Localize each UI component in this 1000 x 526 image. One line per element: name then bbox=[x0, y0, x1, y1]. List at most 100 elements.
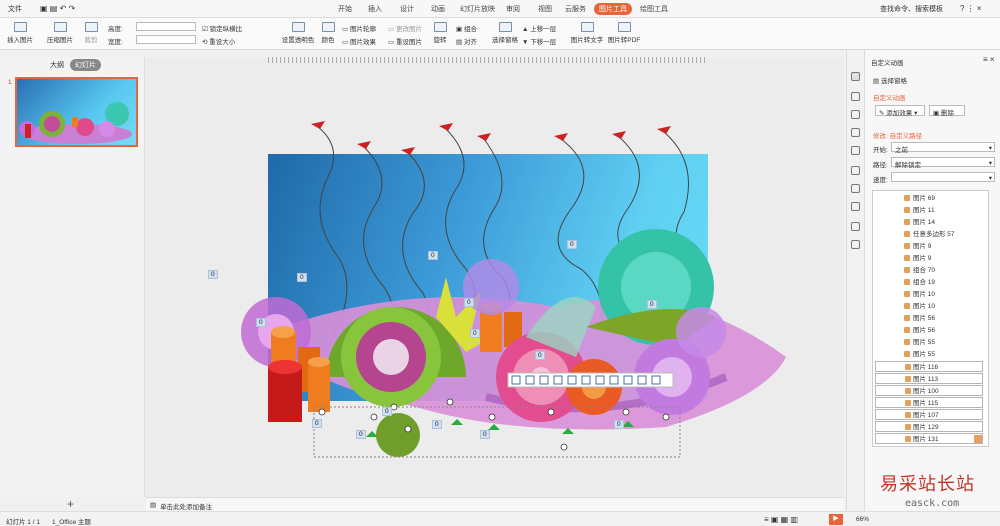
color-button[interactable]: 颜色 bbox=[318, 22, 338, 44]
tab-slideshow[interactable]: 幻灯片放映 bbox=[460, 4, 495, 14]
animation-tag[interactable]: 0 bbox=[480, 430, 490, 439]
animation-list-item[interactable]: 图片 55 bbox=[875, 349, 983, 360]
animation-tag[interactable]: 0 bbox=[208, 270, 218, 279]
file-menu[interactable]: 文件 bbox=[8, 4, 22, 14]
animation-list-item[interactable]: 图片 113 bbox=[875, 373, 983, 384]
picture-outline-button[interactable]: ▭ 图片轮廓 bbox=[342, 23, 376, 33]
bring-forward-button[interactable]: ▲ 上移一层 bbox=[522, 23, 556, 33]
animation-tag[interactable]: 0 bbox=[614, 420, 624, 429]
design-icon[interactable] bbox=[851, 92, 860, 101]
layout-icon[interactable] bbox=[851, 184, 860, 193]
tab-insert[interactable]: 插入 bbox=[368, 4, 382, 14]
align-button[interactable]: ▤ 对齐 bbox=[456, 36, 477, 46]
star-icon[interactable] bbox=[851, 166, 860, 175]
animation-list-item[interactable]: 图片 115 bbox=[875, 397, 983, 408]
animation-list-item[interactable]: 图片 131 bbox=[875, 433, 983, 444]
search-box[interactable]: 查找命令、搜索模板 bbox=[880, 4, 943, 14]
delete-button[interactable]: ▣ 删除 bbox=[929, 105, 965, 117]
settings-icon[interactable] bbox=[851, 128, 860, 137]
zoom-level[interactable]: 66% bbox=[856, 516, 869, 523]
animation-list-item[interactable]: 图片 10 bbox=[875, 289, 983, 300]
slide-artwork[interactable] bbox=[146, 57, 844, 497]
resize-handle[interactable] bbox=[370, 413, 378, 421]
animation-tag[interactable]: 0 bbox=[382, 407, 392, 416]
tab-review[interactable]: 审阅 bbox=[506, 4, 520, 14]
animation-list[interactable]: 图片 69 图片 11 图片 14 任意多边形 57 图片 9 图片 9 组合 70 组合 1… bbox=[872, 190, 989, 447]
animation-list-item[interactable]: 图片 56 bbox=[875, 325, 983, 336]
tab-slides[interactable]: 幻灯片 bbox=[70, 59, 101, 71]
tab-design[interactable]: 设计 bbox=[400, 4, 414, 14]
add-slide-button[interactable]: + bbox=[67, 497, 74, 511]
resize-handle[interactable] bbox=[622, 408, 630, 416]
animation-list-item[interactable]: 图片 9 bbox=[875, 253, 983, 264]
change-picture-button[interactable]: ▭ 更改图片 bbox=[388, 23, 422, 33]
resize-handle[interactable] bbox=[560, 443, 568, 451]
tab-outline[interactable]: 大纲 bbox=[50, 60, 64, 70]
resize-handle[interactable] bbox=[318, 408, 326, 416]
panel-controls-icon[interactable]: ≡ × bbox=[983, 55, 995, 64]
tab-animation[interactable]: 动画 bbox=[431, 4, 445, 14]
resize-handle[interactable] bbox=[547, 408, 555, 416]
save-icon[interactable]: ▣ ▤ ↶ ↷ bbox=[40, 4, 75, 13]
animation-tag[interactable]: 0 bbox=[567, 240, 577, 249]
animation-tag[interactable]: 0 bbox=[428, 251, 438, 260]
motion-path-1[interactable] bbox=[317, 126, 348, 338]
picture-effect-button[interactable]: ▭ 图片效果 bbox=[342, 36, 376, 46]
resize-handle[interactable] bbox=[446, 398, 454, 406]
slide-thumbnail[interactable] bbox=[15, 77, 138, 147]
animation-list-item[interactable]: 图片 14 bbox=[875, 217, 983, 228]
tab-cloud[interactable]: 云服务 bbox=[565, 4, 586, 14]
crop-button[interactable]: 裁剪 bbox=[80, 22, 102, 44]
item-dropdown-icon[interactable] bbox=[974, 435, 982, 443]
shape-icon[interactable] bbox=[851, 110, 860, 119]
tab-picture-tools[interactable]: 图片工具 bbox=[594, 3, 632, 15]
resize-handle[interactable] bbox=[662, 413, 670, 421]
tab-view[interactable]: 视图 bbox=[538, 4, 552, 14]
play-icon[interactable]: ▶ bbox=[829, 514, 843, 525]
notes-bar[interactable]: ▤ 单击此处添加备注 bbox=[146, 497, 844, 511]
compress-picture-button[interactable]: 压缩图片 bbox=[45, 22, 75, 44]
send-backward-button[interactable]: ▼ 下移一层 bbox=[522, 36, 556, 46]
animation-list-item[interactable]: 图片 107 bbox=[875, 409, 983, 420]
animation-tag[interactable]: 0 bbox=[535, 351, 545, 360]
animation-tag[interactable]: 0 bbox=[312, 419, 322, 428]
animation-list-item[interactable]: 图片 11 bbox=[875, 205, 983, 216]
help-icon[interactable] bbox=[851, 222, 860, 231]
add-effect-button[interactable]: ✎ 添加效果 ▾ bbox=[875, 105, 925, 117]
select-pane-link[interactable]: ▤ 选择窗格 bbox=[873, 75, 907, 85]
set-transparent-button[interactable]: 设置透明色 bbox=[280, 22, 316, 44]
animation-tag[interactable]: 0 bbox=[432, 420, 442, 429]
animation-list-item[interactable]: 图片 116 bbox=[875, 361, 983, 372]
start-select[interactable]: 之前 ▾ bbox=[891, 142, 995, 154]
width-input[interactable] bbox=[136, 35, 196, 44]
animation-tag[interactable]: 0 bbox=[464, 298, 474, 307]
height-input[interactable] bbox=[136, 22, 196, 31]
animation-list-item[interactable]: 图片 56 bbox=[875, 313, 983, 324]
animation-tag[interactable]: 0 bbox=[356, 430, 366, 439]
reset-size-button[interactable]: ⟲ 重设大小 bbox=[202, 36, 235, 46]
tab-drawing-tools[interactable]: 绘图工具 bbox=[640, 4, 668, 14]
animation-list-item[interactable]: 组合 19 bbox=[875, 277, 983, 288]
resize-handle[interactable] bbox=[488, 413, 496, 421]
path-select[interactable]: 解除锁定 ▾ bbox=[891, 157, 995, 169]
animation-tag[interactable]: 0 bbox=[297, 273, 307, 282]
animation-list-item[interactable]: 图片 55 bbox=[875, 337, 983, 348]
animation-list-item[interactable]: 图片 129 bbox=[875, 421, 983, 432]
tab-home[interactable]: 开始 bbox=[338, 4, 352, 14]
animation-icon[interactable] bbox=[851, 72, 860, 81]
reset-picture-button[interactable]: ▭ 重设图片 bbox=[388, 36, 422, 46]
picture-to-pdf-button[interactable]: 图片转PDF bbox=[606, 22, 642, 44]
animation-list-item[interactable]: 图片 9 bbox=[875, 241, 983, 252]
history-icon[interactable] bbox=[851, 202, 860, 211]
selection-pane-button[interactable]: 选择窗格 bbox=[490, 22, 520, 44]
animation-tag[interactable]: 0 bbox=[647, 300, 657, 309]
notes-placeholder[interactable]: 单击此处添加备注 bbox=[160, 501, 212, 511]
speed-select[interactable]: ▾ bbox=[891, 172, 995, 182]
animation-list-item[interactable]: 任意多边形 57 bbox=[875, 229, 983, 240]
animation-list-item[interactable]: 图片 100 bbox=[875, 385, 983, 396]
lock-ratio-checkbox[interactable]: ☑ 锁定纵横比 bbox=[202, 23, 242, 33]
animation-list-item[interactable]: 图片 10 bbox=[875, 301, 983, 312]
animation-list-item[interactable]: 图片 69 bbox=[875, 193, 983, 204]
document-icon[interactable] bbox=[851, 146, 860, 155]
insert-picture-button[interactable]: 插入图片 bbox=[5, 22, 35, 44]
